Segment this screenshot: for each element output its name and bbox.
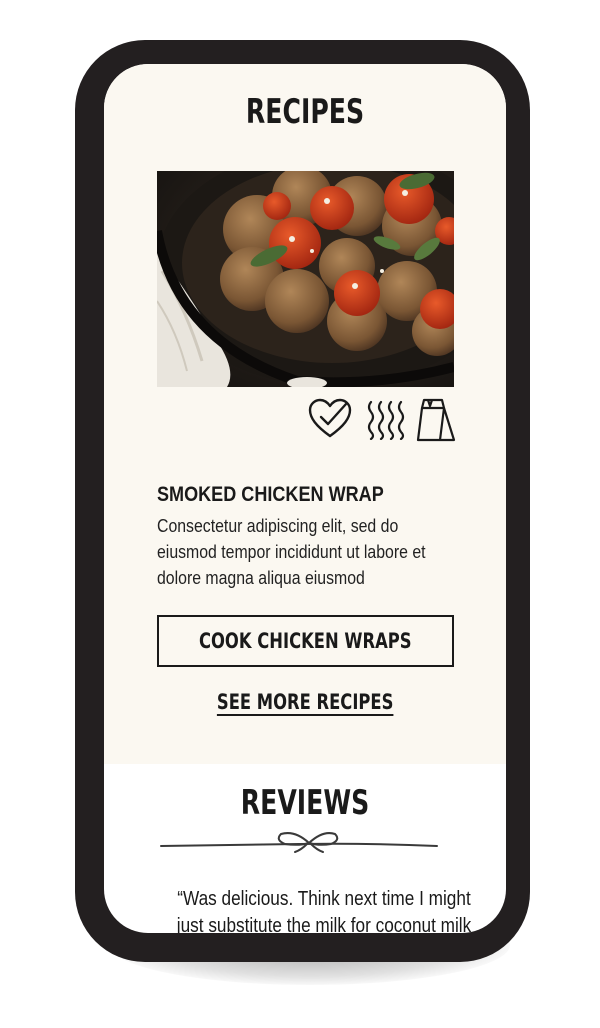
see-more-recipes-link[interactable]: SEE MORE RECIPES [217,690,394,714]
review-quote: “Was delicious. Think next time I might … [176,888,472,933]
paper-bag-icon[interactable] [416,398,456,445]
recipe-photo[interactable] [157,171,454,387]
recipes-title: RECIPES [245,92,365,132]
recipe-name: SMOKED CHICKEN WRAP [157,483,384,506]
phone-screen: RECIPES SMOKED CHICKEN WRAP Consectetur … [104,64,506,933]
cook-button-label: COOK CHICKEN WRAPS [199,629,412,653]
cook-chicken-wraps-button[interactable]: COOK CHICKEN WRAPS [157,615,454,667]
heart-check-icon[interactable] [308,398,352,443]
see-more-container: SEE MORE RECIPES [104,690,506,714]
recipe-description: Consectetur adipiscing elit, sed do eius… [157,516,426,588]
bow-divider [159,824,439,859]
steam-icon[interactable] [366,398,406,443]
recipes-section: RECIPES SMOKED CHICKEN WRAP Consectetur … [104,64,506,764]
reviews-title: REVIEWS [240,783,370,823]
